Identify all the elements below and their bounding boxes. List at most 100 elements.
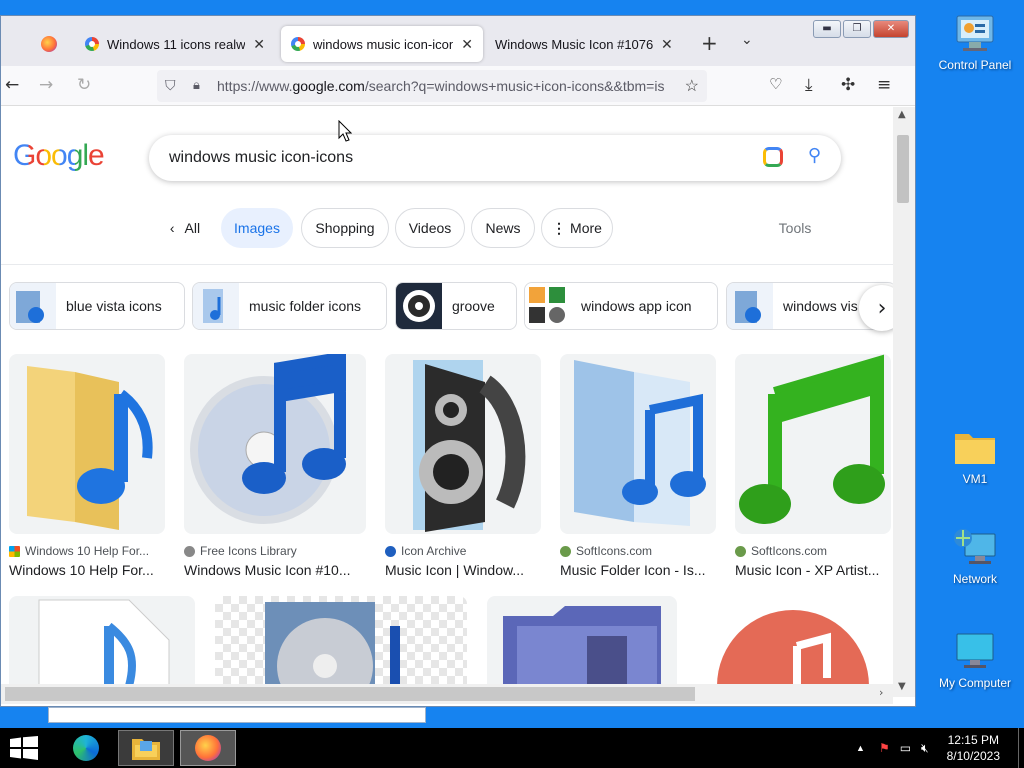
tab-label: Windows 11 icons realworld: [107, 36, 246, 52]
related-search-label: windows vis: [783, 298, 858, 314]
tools-label: Tools: [778, 220, 812, 236]
icon-archive-favicon-icon: [385, 545, 396, 557]
reload-icon[interactable]: ↻: [77, 75, 91, 95]
softicons-favicon-icon: [560, 545, 571, 557]
result-source: SoftIcons.com: [735, 544, 891, 558]
desktop-icon-my-computer[interactable]: My Computer: [930, 632, 1020, 690]
downloads-icon[interactable]: ⤓: [805, 75, 813, 95]
tab-windows-11-icons[interactable]: Windows 11 icons realworld ✕: [75, 26, 275, 62]
related-search-chip[interactable]: music folder icons: [192, 282, 387, 330]
result-title[interactable]: Windows Music Icon #10...: [184, 562, 366, 578]
filter-all[interactable]: ‹ All: [157, 208, 213, 248]
window-controls: ▬ ❐ ✕: [813, 20, 909, 38]
image-result[interactable]: Icon Archive Music Icon | Window...: [385, 354, 541, 578]
minimize-icon[interactable]: ▬: [813, 20, 841, 38]
search-icon[interactable]: ⚲: [808, 145, 821, 166]
result-title[interactable]: Windows 10 Help For...: [9, 562, 165, 578]
result-thumbnail[interactable]: [385, 354, 541, 534]
image-result[interactable]: Windows 10 Help For... Windows 10 Help F…: [9, 354, 165, 578]
image-result[interactable]: Free Icons Library Windows Music Icon #1…: [184, 354, 366, 578]
clock[interactable]: 12:15 PM 8/10/2023: [947, 732, 1000, 764]
result-title[interactable]: Music Icon | Window...: [385, 562, 541, 578]
document-music-icon: [38, 599, 170, 697]
scroll-down-icon[interactable]: ▼: [898, 681, 906, 692]
result-thumbnail[interactable]: [184, 354, 366, 534]
result-source: Free Icons Library: [184, 544, 366, 558]
filter-shopping[interactable]: Shopping: [301, 208, 389, 248]
network-status-icon[interactable]: ▭: [900, 741, 911, 755]
groove-icon: [396, 283, 442, 329]
firefox-taskbar-icon[interactable]: [180, 730, 236, 766]
image-result[interactable]: [9, 596, 195, 697]
free-icons-library-favicon-icon: [184, 545, 195, 557]
result-thumbnail[interactable]: [560, 354, 716, 534]
image-result[interactable]: SoftIcons.com Music Folder Icon - Is...: [560, 354, 716, 578]
filter-more[interactable]: ⋮ More: [541, 208, 613, 248]
related-search-chip[interactable]: windows app icon: [524, 282, 718, 330]
search-input[interactable]: [169, 149, 729, 167]
tab-close-icon[interactable]: ✕: [253, 36, 265, 53]
result-title[interactable]: Music Folder Icon - Is...: [560, 562, 716, 578]
close-window-icon[interactable]: ✕: [873, 20, 909, 38]
music-folder-icon: [193, 283, 239, 329]
blue-vista-music-icon: [10, 283, 56, 329]
result-thumbnail[interactable]: [9, 354, 165, 534]
windows-favicon-icon: [9, 545, 20, 557]
result-source: SoftIcons.com: [560, 544, 716, 558]
bookmark-star-icon[interactable]: ☆: [685, 76, 699, 96]
maximize-icon[interactable]: ❐: [843, 20, 871, 38]
related-search-chip[interactable]: blue vista icons: [9, 282, 185, 330]
action-center-flag-icon[interactable]: ⚑: [879, 741, 890, 755]
filter-images[interactable]: Images: [221, 208, 293, 248]
related-search-label: music folder icons: [249, 298, 362, 314]
tab-windows-music-icon-107614[interactable]: Windows Music Icon #107614 - I ✕: [485, 26, 685, 62]
forward-arrow-icon[interactable]: →: [39, 75, 53, 95]
desktop-icon-vm1[interactable]: VM1: [930, 428, 1020, 486]
windows-vista-music-icon: [727, 283, 773, 329]
vertical-scrollbar[interactable]: ▲ ▼: [893, 107, 915, 697]
tab-close-icon[interactable]: ✕: [461, 36, 473, 53]
url-bar[interactable]: ⛉ 🔒︎ https://www.google.com/search?q=win…: [157, 70, 707, 102]
scrollbar-thumb[interactable]: [5, 687, 695, 701]
tools-button[interactable]: Tools: [771, 208, 819, 248]
image-result[interactable]: [487, 596, 677, 697]
lock-icon[interactable]: 🔒︎: [193, 77, 200, 93]
related-search-chip[interactable]: groove: [395, 282, 517, 330]
start-button-windows-icon[interactable]: [10, 736, 38, 760]
shield-icon[interactable]: ⛉: [165, 77, 176, 94]
google-lens-icon[interactable]: [763, 147, 783, 167]
image-result[interactable]: [215, 596, 467, 697]
tab-close-icon[interactable]: ✕: [661, 36, 673, 53]
extensions-icon[interactable]: ✣: [841, 75, 855, 95]
list-tabs-chevron-icon[interactable]: ⌄: [741, 32, 753, 48]
menu-hamburger-icon[interactable]: ≡: [877, 75, 891, 95]
edge-browser-icon[interactable]: [66, 730, 106, 766]
show-hidden-icons-chevron-icon[interactable]: ▲: [856, 743, 865, 753]
filter-videos[interactable]: Videos: [395, 208, 465, 248]
tab-windows-music-icon-icons[interactable]: windows music icon-icons ✕: [281, 26, 483, 62]
firefox-icon: [41, 36, 57, 52]
back-arrow-icon[interactable]: ←: [5, 75, 19, 95]
desktop-icon-control-panel[interactable]: Control Panel: [930, 14, 1020, 72]
horizontal-scrollbar[interactable]: ›: [1, 684, 893, 704]
result-title[interactable]: Music Icon - XP Artist...: [735, 562, 891, 578]
scroll-right-icon[interactable]: ›: [879, 686, 883, 699]
scrollbar-thumb[interactable]: [897, 135, 909, 203]
clock-time: 12:15 PM: [947, 733, 999, 747]
result-thumbnail[interactable]: [735, 354, 891, 534]
url-prefix: https://www.: [217, 78, 293, 94]
image-result[interactable]: [697, 596, 889, 697]
volume-muted-icon[interactable]: 🔇︎: [921, 741, 929, 756]
tab-firefox-view[interactable]: [31, 26, 67, 62]
show-desktop-button[interactable]: [1018, 728, 1024, 768]
url-text[interactable]: https://www.google.com/search?q=windows+…: [217, 78, 667, 94]
image-result[interactable]: SoftIcons.com Music Icon - XP Artist...: [735, 354, 891, 578]
filter-news[interactable]: News: [471, 208, 535, 248]
control-panel-icon: [951, 14, 999, 54]
new-tab-plus-icon[interactable]: +: [701, 31, 718, 55]
scroll-up-icon[interactable]: ▲: [898, 109, 906, 120]
file-explorer-icon[interactable]: [118, 730, 174, 766]
pocket-icon[interactable]: ♡: [769, 75, 782, 93]
google-logo[interactable]: Google: [13, 139, 105, 173]
desktop-icon-network[interactable]: Network: [930, 528, 1020, 586]
